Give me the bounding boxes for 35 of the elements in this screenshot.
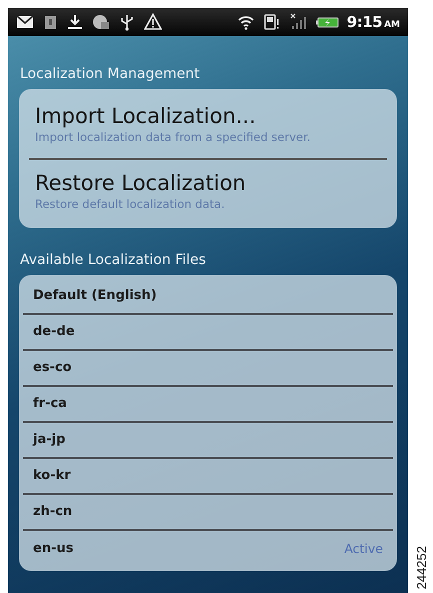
file-name: zh-cn: [33, 503, 72, 522]
file-list-item[interactable]: ja-jp: [23, 423, 393, 459]
file-name: Default (English): [33, 287, 157, 306]
action-title: Restore Localization: [35, 170, 247, 196]
file-name: en-us: [33, 540, 74, 558]
file-name: ko-kr: [33, 467, 71, 486]
signal-icon: [288, 13, 307, 31]
warning-icon: [144, 13, 162, 31]
card-icon: [42, 13, 58, 31]
file-list-item[interactable]: en-us Active: [23, 531, 393, 567]
file-list-item[interactable]: es-co: [23, 351, 393, 387]
figure-number: 244252: [412, 546, 430, 589]
clock-meridiem: AM: [384, 18, 400, 32]
file-name: ja-jp: [33, 431, 66, 450]
mail-icon: [16, 13, 34, 31]
section-heading: Localization Management: [19, 65, 201, 84]
file-name: es-co: [33, 359, 72, 378]
section-heading: Available Localization Files: [19, 251, 207, 270]
download-icon: [66, 13, 84, 31]
action-item[interactable]: Import Localization... Import localization data from a specified server.: [19, 93, 397, 158]
action-description: Import localization data from a specified server.: [35, 129, 312, 146]
file-list-item[interactable]: ko-kr: [23, 459, 393, 495]
clock-time: 9:15: [346, 12, 382, 33]
phone-icon: [262, 13, 281, 31]
status-label: Active: [344, 540, 383, 558]
action-item[interactable]: Restore Localization Restore default localization data.: [19, 160, 397, 224]
action-description: Restore default localization data.: [35, 196, 226, 213]
file-list-item[interactable]: de-de: [23, 315, 393, 351]
file-list-item[interactable]: fr-ca: [23, 387, 393, 423]
file-list-item[interactable]: Default (English): [23, 279, 393, 315]
file-list-item[interactable]: zh-cn: [23, 495, 393, 531]
file-name: de-de: [33, 323, 75, 342]
action-title: Import Localization...: [35, 103, 257, 130]
file-name: fr-ca: [33, 395, 67, 414]
usb-icon: [118, 13, 136, 31]
